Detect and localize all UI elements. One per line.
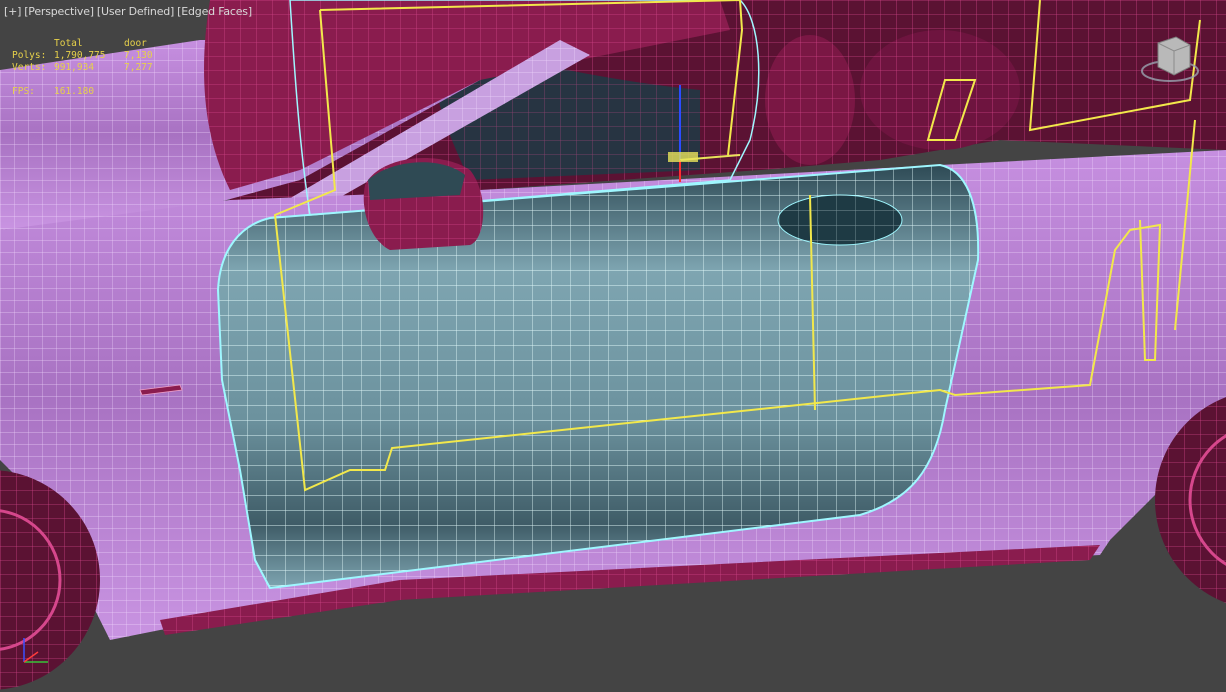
viewport-point-of-view-menu[interactable]: [Perspective]: [24, 5, 94, 18]
stats-row-fps: FPS: 161.180: [12, 86, 184, 98]
viewport-plus-menu[interactable]: [+]: [4, 5, 21, 18]
stats-total-value: 991,934: [54, 62, 95, 73]
viewport-scene: [0, 0, 1226, 690]
perspective-viewport[interactable]: [+] [Perspective] [User Defined] [Edged Fac…: [0, 0, 1226, 692]
statistics-overlay: Total door Polys: 1,790,775 7,130 Verts:…: [12, 38, 184, 98]
stats-row-polys: Polys: 1,790,775 7,130: [12, 50, 184, 62]
fps-value: 161.180: [54, 86, 95, 97]
stats-object-value: 7,277: [124, 62, 153, 73]
viewport-shading-mode-menu[interactable]: [User Defined]: [97, 5, 174, 18]
stats-header-row: Total door: [12, 38, 184, 50]
stats-header-total: Total: [54, 38, 83, 49]
viewcube-icon[interactable]: [1140, 33, 1200, 93]
viewport-display-mode-menu[interactable]: [Edged Faces]: [177, 5, 252, 18]
viewport-label-menu: [+] [Perspective] [User Defined] [Edged Fac…: [4, 5, 255, 18]
stats-label: Verts:: [12, 62, 47, 73]
fps-label: FPS:: [12, 86, 35, 97]
side-mirror-mesh: [363, 158, 484, 250]
stats-row-verts: Verts: 991,934 7,277: [12, 62, 184, 74]
stats-object-value: 7,130: [124, 50, 153, 61]
axis-tripod-icon: [14, 632, 54, 672]
stats-label: Polys:: [12, 50, 47, 61]
stats-header-spacer: [12, 38, 54, 50]
stats-total-value: 1,790,775: [54, 50, 106, 61]
stats-header-object: door: [124, 38, 147, 49]
